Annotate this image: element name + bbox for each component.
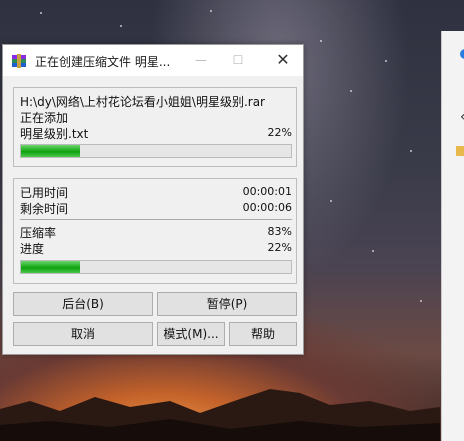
mode-button[interactable]: 模式(M)... — [157, 322, 225, 346]
archive-progress-dialog: 正在创建压缩文件 明星... — ☐ ✕ H:\dy\网络\上村花论坛看小姐姐\… — [2, 44, 304, 355]
minimize-icon[interactable]: — — [187, 49, 215, 71]
divider — [20, 219, 292, 220]
maximize-icon[interactable]: ☐ — [224, 49, 252, 71]
progress-label: 进度 — [20, 242, 45, 256]
elapsed-value: 00:00:01 — [242, 185, 292, 198]
remaining-label: 剩余时间 — [20, 202, 69, 216]
explorer-window-edge[interactable]: ‹ — [441, 31, 464, 441]
pause-button[interactable]: 暂停(P) — [157, 292, 297, 316]
cancel-button[interactable]: 取消 — [13, 322, 153, 346]
remaining-value: 00:00:06 — [242, 201, 292, 214]
folder-icon[interactable] — [456, 146, 464, 156]
mountain-silhouette — [0, 389, 440, 441]
back-arrow-icon[interactable]: ‹ — [460, 109, 464, 125]
total-progress-fill — [21, 261, 81, 273]
elapsed-label: 已用时间 — [20, 186, 69, 200]
file-progress-bar — [20, 144, 292, 158]
file-info-group: H:\dy\网络\上村花论坛看小姐姐\明星级别.rar 正在添加 明星级别.tx… — [13, 87, 297, 167]
total-progress-bar — [20, 260, 292, 274]
file-progress-fill — [21, 145, 81, 157]
window-title: 正在创建压缩文件 明星... — [35, 55, 171, 69]
ratio-label: 压缩率 — [20, 226, 57, 240]
ratio-value: 83% — [267, 225, 292, 238]
status-text: 正在添加 — [20, 111, 69, 125]
close-icon[interactable]: ✕ — [269, 49, 297, 71]
background-button[interactable]: 后台(B) — [13, 292, 153, 316]
explorer-app-icon — [460, 49, 464, 59]
progress-value: 22% — [267, 241, 292, 254]
winrar-icon — [12, 54, 26, 68]
archive-path: H:\dy\网络\上村花论坛看小姐姐\明星级别.rar — [20, 95, 265, 109]
file-percent: 22% — [267, 126, 292, 139]
current-file: 明星级别.txt — [20, 127, 89, 141]
help-button[interactable]: 帮助 — [229, 322, 297, 346]
title-bar[interactable]: 正在创建压缩文件 明星... — ☐ ✕ — [3, 45, 303, 76]
stats-group: 已用时间 00:00:01 剩余时间 00:00:06 压缩率 83% 进度 2… — [13, 178, 297, 284]
